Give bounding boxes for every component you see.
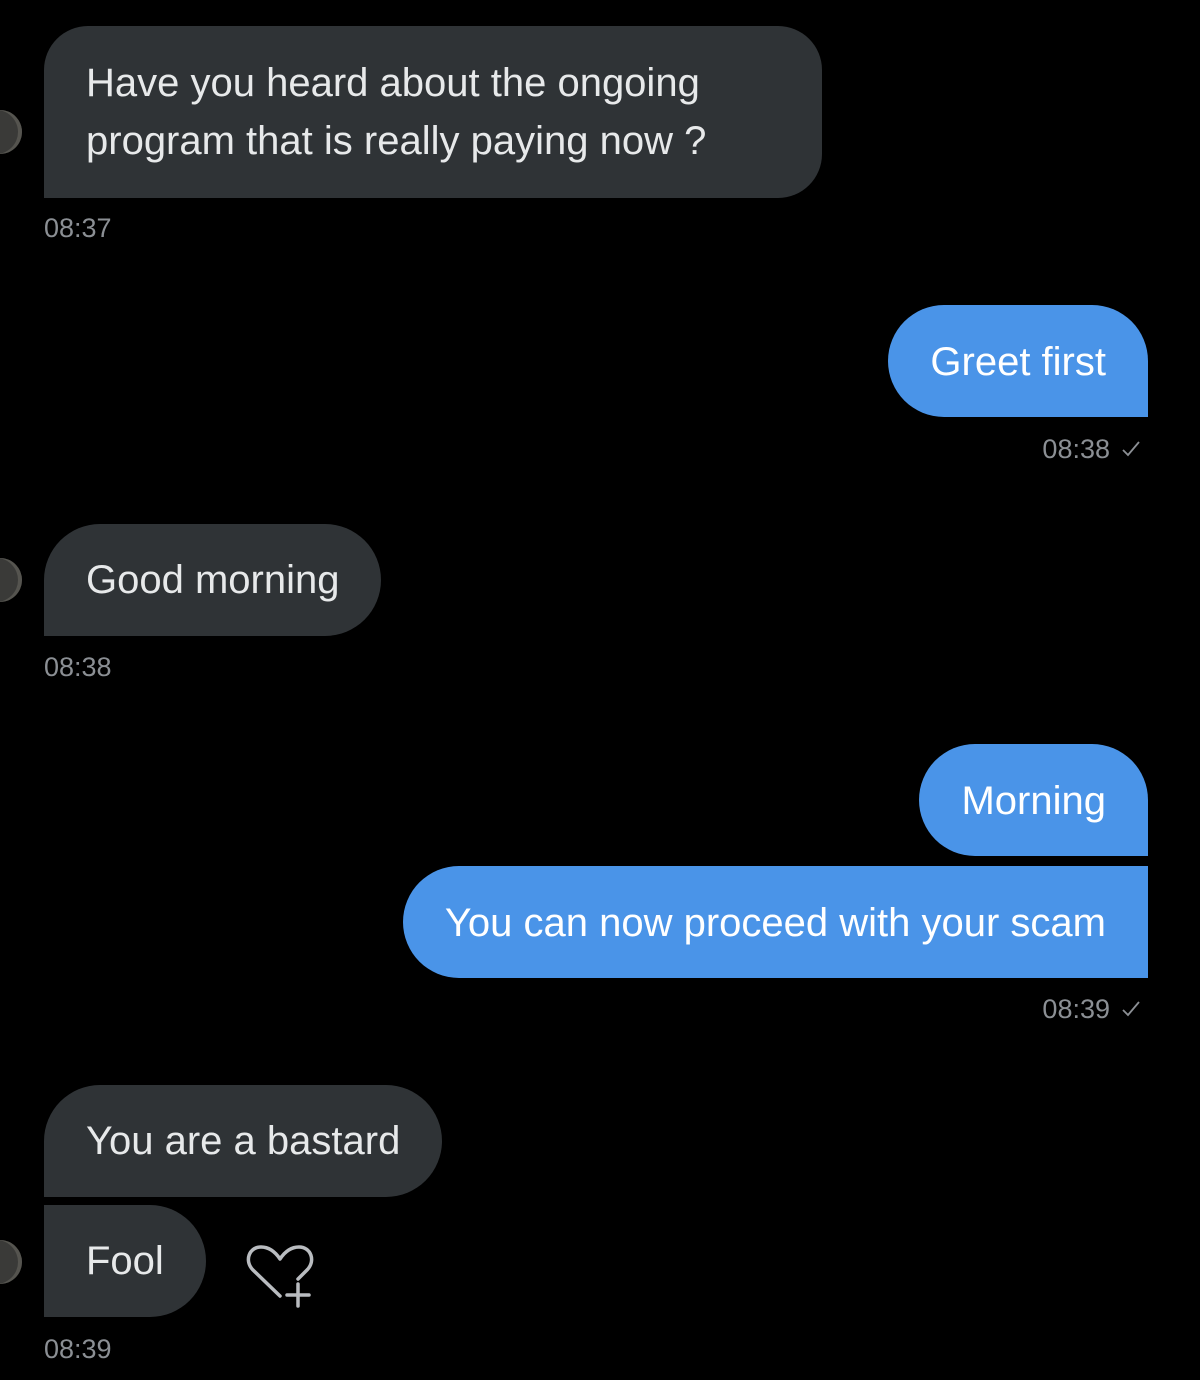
incoming-message-bubble[interactable]: Fool (44, 1205, 206, 1317)
message-text: You are a bastard (86, 1119, 401, 1163)
message-text-line: Have you heard about the ongoing (86, 61, 700, 105)
incoming-message-bubble[interactable]: Good morning (44, 524, 382, 636)
message-timestamp: 08:39 (44, 1334, 112, 1364)
outgoing-message-bubble[interactable]: Morning (919, 744, 1148, 856)
message-timestamp: 08:38 (44, 652, 112, 682)
message-text: Morning (961, 779, 1106, 823)
sender-avatar[interactable] (0, 558, 22, 602)
message-timestamp: 08:37 (44, 213, 112, 243)
message-text: Fool (86, 1239, 164, 1283)
sender-avatar[interactable] (0, 110, 22, 154)
message-timestamp-row: 08:38 (1042, 434, 1142, 464)
message-text: You can now proceed with your scam (444, 901, 1106, 945)
check-icon (1122, 441, 1140, 457)
message-text: Greet first (930, 340, 1106, 384)
outgoing-message-bubble[interactable]: You can now proceed with your scam (402, 866, 1148, 978)
sender-avatar[interactable] (0, 1240, 22, 1284)
message-timestamp: 08:39 (1042, 994, 1110, 1024)
incoming-message-bubble[interactable]: Have you heard about the ongoing program… (44, 26, 822, 198)
incoming-message-bubble[interactable]: You are a bastard (44, 1085, 443, 1197)
check-icon (1122, 1001, 1140, 1017)
add-reaction-heart-icon[interactable] (240, 1240, 320, 1310)
message-timestamp: 08:38 (1042, 434, 1110, 464)
outgoing-message-bubble[interactable]: Greet first (888, 305, 1148, 417)
message-timestamp-row: 08:39 (1042, 994, 1142, 1024)
message-text: Good morning (86, 558, 340, 602)
message-text-line: program that is really paying now ? (86, 119, 707, 163)
